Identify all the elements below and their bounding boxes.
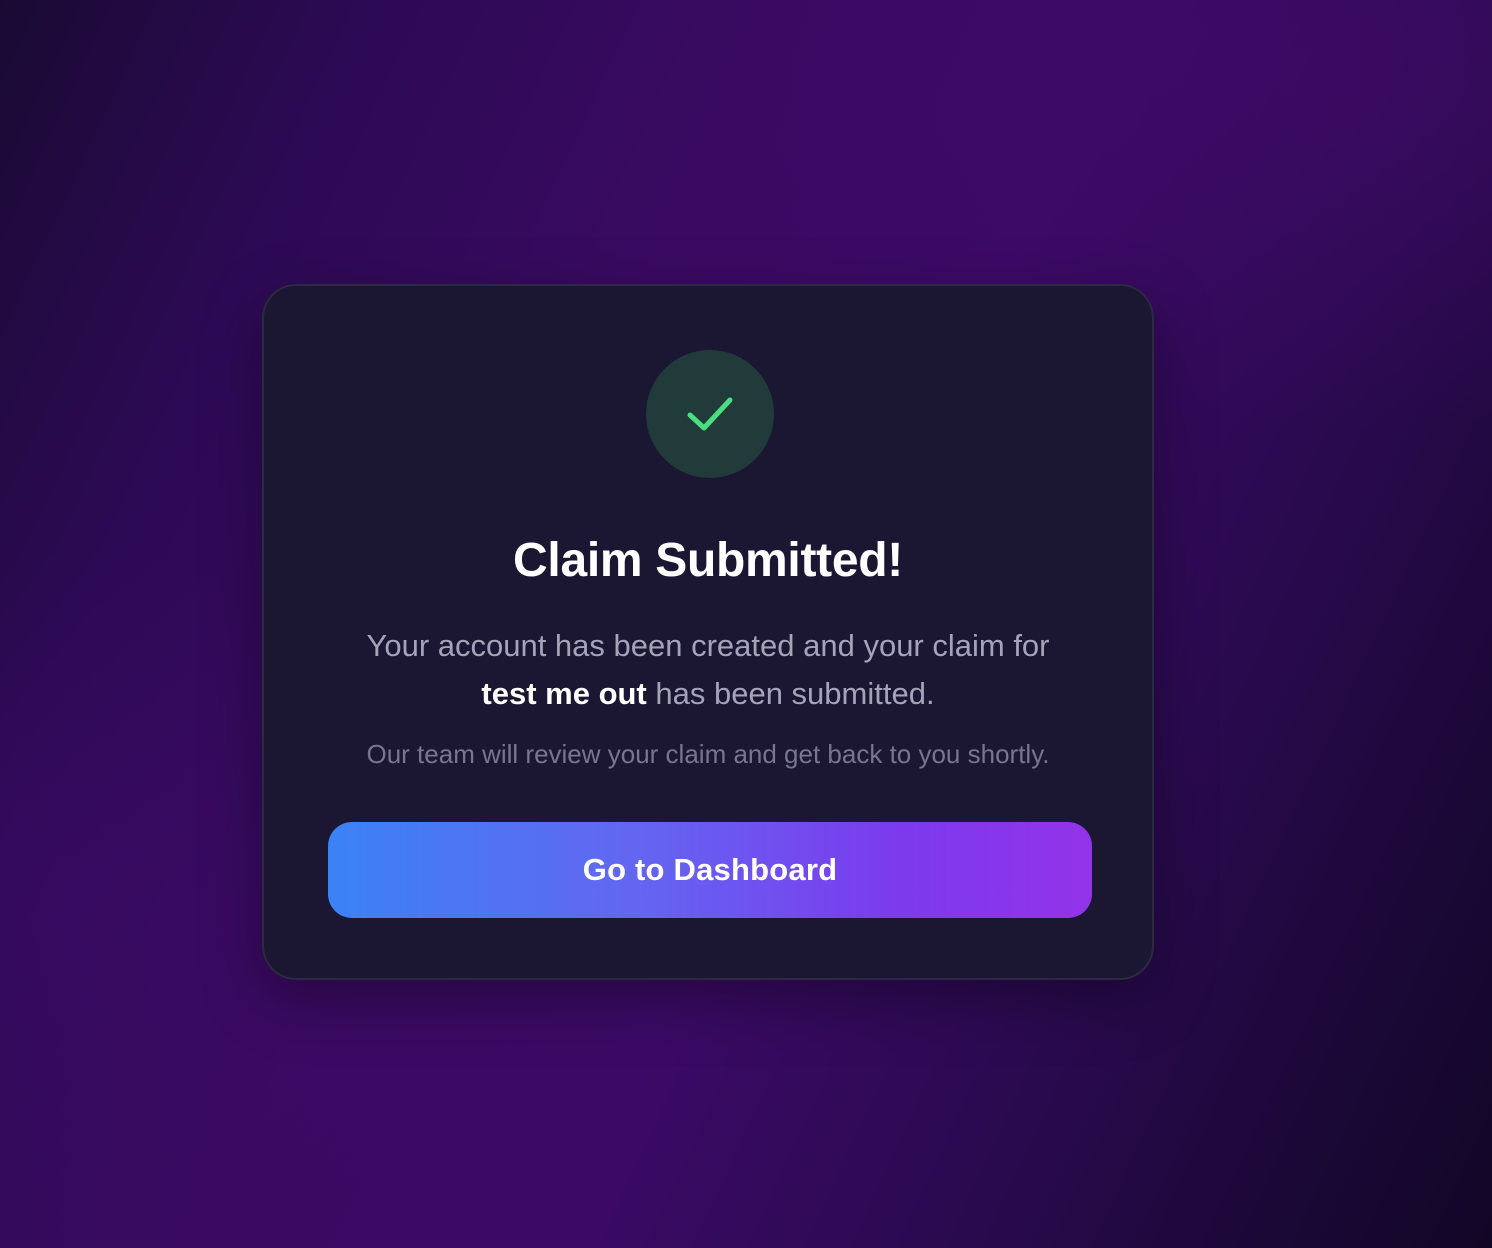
confirmation-message: Your account has been created and your c… — [344, 622, 1072, 718]
review-note: Our team will review your claim and get … — [366, 739, 1050, 769]
confirmation-card: Claim Submitted! Your account has been c… — [262, 284, 1154, 980]
message-prefix: Your account has been created and your c… — [366, 628, 1050, 663]
checkmark-icon — [687, 397, 733, 431]
message-suffix: has been submitted. — [655, 676, 935, 711]
go-to-dashboard-button[interactable]: Go to Dashboard — [328, 822, 1092, 918]
page-title: Claim Submitted! — [513, 534, 903, 587]
success-badge — [646, 350, 774, 478]
claim-name: test me out — [481, 676, 647, 711]
